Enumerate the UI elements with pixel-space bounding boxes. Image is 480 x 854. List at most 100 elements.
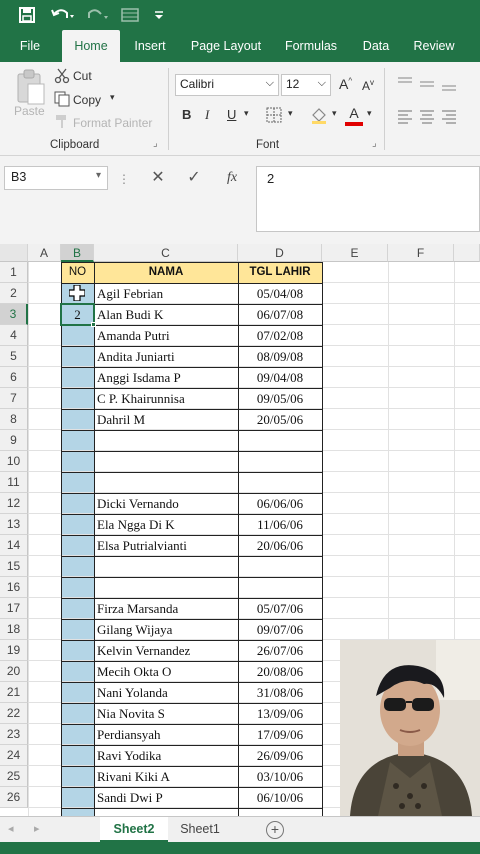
tab-insert[interactable]: Insert bbox=[126, 30, 174, 62]
cell-tgl-lahir[interactable] bbox=[238, 430, 322, 451]
scroll-tabs-right-icon[interactable]: ▸ bbox=[34, 822, 40, 835]
font-color-dropdown-icon[interactable]: ▾ bbox=[367, 108, 372, 119]
cancel-icon[interactable]: ✕ bbox=[146, 166, 170, 190]
cell-tgl-lahir[interactable]: 11/06/06 bbox=[238, 514, 322, 535]
paste-icon[interactable] bbox=[14, 68, 48, 108]
row-header[interactable]: 26 bbox=[0, 787, 28, 808]
cell-nama[interactable]: Nia Novita S bbox=[97, 703, 237, 724]
cell-no[interactable] bbox=[61, 598, 94, 619]
cell-nama[interactable]: C P. Khairunnisa bbox=[97, 388, 237, 409]
cell-tgl-lahir[interactable]: 20/05/06 bbox=[238, 409, 322, 430]
customize-icon[interactable] bbox=[150, 4, 168, 26]
cell-no[interactable] bbox=[61, 619, 94, 640]
cell-no[interactable] bbox=[61, 703, 94, 724]
tab-review[interactable]: Review bbox=[408, 30, 460, 62]
cell-nama[interactable] bbox=[97, 472, 237, 493]
sheet-tab-sheet2[interactable]: Sheet2 bbox=[100, 817, 168, 842]
cell-tgl-lahir[interactable]: 06/07/08 bbox=[238, 304, 322, 325]
cell-nama[interactable] bbox=[97, 577, 237, 598]
cell-nama[interactable] bbox=[97, 556, 237, 577]
cell-tgl-lahir[interactable] bbox=[238, 451, 322, 472]
cell-nama[interactable]: Rivani Kiki A bbox=[97, 766, 237, 787]
cell-tgl-lahir[interactable]: 08/09/08 bbox=[238, 346, 322, 367]
header-cell-no[interactable]: NO bbox=[61, 262, 94, 283]
cell-tgl-lahir[interactable]: 13/09/06 bbox=[238, 703, 322, 724]
cell-nama[interactable]: Sandi Dwi P bbox=[97, 787, 237, 808]
cell-no[interactable] bbox=[61, 388, 94, 409]
cell-tgl-lahir[interactable]: 20/06/06 bbox=[238, 535, 322, 556]
fill-color-dropdown-icon[interactable]: ▾ bbox=[332, 108, 337, 119]
cell-tgl-lahir[interactable]: 26/09/06 bbox=[238, 745, 322, 766]
form-icon[interactable] bbox=[118, 4, 142, 26]
cut-button[interactable]: Cut bbox=[73, 69, 92, 83]
cell-no[interactable] bbox=[61, 346, 94, 367]
column-header-e[interactable]: E bbox=[322, 244, 388, 262]
row-header[interactable]: 25 bbox=[0, 766, 28, 787]
scroll-tabs-left-icon[interactable]: ◂ bbox=[8, 822, 14, 835]
redo-icon[interactable] bbox=[84, 4, 112, 26]
row-header[interactable]: 1 bbox=[0, 262, 28, 283]
row-header[interactable]: 9 bbox=[0, 430, 28, 451]
insert-function-icon[interactable]: fx bbox=[220, 166, 244, 190]
row-header[interactable]: 22 bbox=[0, 703, 28, 724]
row-header[interactable]: 19 bbox=[0, 640, 28, 661]
enter-check-icon[interactable]: ✓ bbox=[182, 166, 206, 190]
cell-no[interactable] bbox=[61, 451, 94, 472]
tab-home[interactable]: Home bbox=[62, 30, 120, 62]
cell-tgl-lahir[interactable]: 07/02/08 bbox=[238, 325, 322, 346]
cell-no[interactable] bbox=[61, 430, 94, 451]
cell-nama[interactable]: Andita Juniarti bbox=[97, 346, 237, 367]
cell-tgl-lahir[interactable]: 03/10/06 bbox=[238, 766, 322, 787]
cell-nama[interactable]: Kelvin Vernandez bbox=[97, 640, 237, 661]
tab-page-layout[interactable]: Page Layout bbox=[186, 30, 266, 62]
row-header[interactable]: 16 bbox=[0, 577, 28, 598]
row-header[interactable]: 3 bbox=[0, 304, 28, 325]
header-cell-nama[interactable]: NAMA bbox=[94, 262, 238, 283]
sheet-tab-sheet1[interactable]: Sheet1 bbox=[170, 817, 230, 842]
cell-nama[interactable]: Dicki Vernando bbox=[97, 493, 237, 514]
cell-tgl-lahir[interactable]: 31/08/06 bbox=[238, 682, 322, 703]
grow-font-button[interactable]: A^ bbox=[339, 76, 352, 92]
cell-nama[interactable]: Amanda Putri bbox=[97, 325, 237, 346]
cell-tgl-lahir[interactable] bbox=[238, 556, 322, 577]
cell-no[interactable] bbox=[61, 661, 94, 682]
row-header[interactable]: 17 bbox=[0, 598, 28, 619]
row-header[interactable]: 2 bbox=[0, 283, 28, 304]
clipboard-launcher-icon[interactable]: ⌟ bbox=[153, 138, 158, 149]
cell-nama[interactable]: Perdiansyah bbox=[97, 724, 237, 745]
column-header-a[interactable]: A bbox=[28, 244, 61, 262]
row-header[interactable]: 24 bbox=[0, 745, 28, 766]
cell-no[interactable] bbox=[61, 682, 94, 703]
tab-data[interactable]: Data bbox=[356, 30, 396, 62]
underline-button[interactable]: U bbox=[227, 107, 236, 122]
cell-nama[interactable]: Nani Yolanda bbox=[97, 682, 237, 703]
cell-tgl-lahir[interactable]: 06/10/06 bbox=[238, 787, 322, 808]
borders-icon[interactable] bbox=[266, 107, 284, 123]
copy-dropdown-icon[interactable]: ▾ bbox=[110, 92, 115, 103]
name-box[interactable]: B3 ▾ bbox=[4, 166, 108, 190]
row-header[interactable]: 14 bbox=[0, 535, 28, 556]
fill-handle[interactable] bbox=[91, 322, 96, 327]
cell-nama[interactable] bbox=[97, 451, 237, 472]
cell-tgl-lahir[interactable]: 09/07/06 bbox=[238, 619, 322, 640]
tab-formulas[interactable]: Formulas bbox=[280, 30, 342, 62]
row-header[interactable]: 10 bbox=[0, 451, 28, 472]
cell-nama[interactable]: Mecih Okta O bbox=[97, 661, 237, 682]
cell-nama[interactable]: Ela Ngga Di K bbox=[97, 514, 237, 535]
column-header-b[interactable]: B bbox=[61, 244, 94, 262]
cell-no[interactable] bbox=[61, 325, 94, 346]
add-sheet-icon[interactable]: + bbox=[266, 821, 284, 839]
header-cell-tgl[interactable]: TGL LAHIR bbox=[238, 262, 322, 283]
cell-nama[interactable]: Firza Marsanda bbox=[97, 598, 237, 619]
row-header[interactable]: 8 bbox=[0, 409, 28, 430]
tab-file[interactable]: File bbox=[8, 30, 52, 62]
cell-no[interactable] bbox=[61, 409, 94, 430]
cell-tgl-lahir[interactable] bbox=[238, 577, 322, 598]
vertical-align-icons[interactable] bbox=[396, 74, 476, 94]
shrink-font-button[interactable]: Av bbox=[362, 78, 374, 93]
cell-tgl-lahir[interactable]: 20/08/06 bbox=[238, 661, 322, 682]
cell-tgl-lahir[interactable] bbox=[238, 472, 322, 493]
cell-no[interactable] bbox=[61, 556, 94, 577]
paste-button[interactable]: Paste bbox=[14, 104, 45, 118]
row-header[interactable]: 18 bbox=[0, 619, 28, 640]
